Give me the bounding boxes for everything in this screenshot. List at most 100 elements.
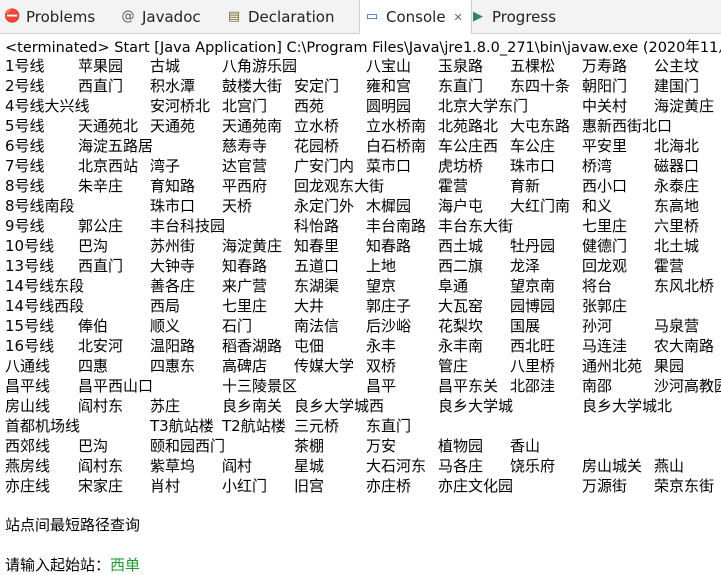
- station-name: 燕山: [654, 457, 685, 475]
- line-name: 8号线南段: [5, 197, 75, 215]
- station-name: 俸伯: [78, 317, 109, 335]
- station-name: 玉泉路: [438, 57, 484, 75]
- close-icon[interactable]: ✕: [454, 11, 463, 24]
- station-name: 北宫门: [222, 97, 268, 115]
- station-name: 八宝山: [366, 57, 412, 75]
- station-name: 北京西站: [78, 157, 139, 175]
- station-name: 张郭庄: [582, 297, 628, 315]
- station-name: 顺义: [150, 317, 181, 335]
- tab-progress[interactable]: ▶ Progress: [470, 0, 556, 33]
- station-name: 东直门: [366, 417, 412, 435]
- station-name: 巴沟: [78, 237, 109, 255]
- station-name: 将台: [582, 277, 613, 295]
- station-name: 果园: [654, 357, 685, 375]
- station-name: 房山城关: [582, 457, 643, 475]
- station-name: 菜市口: [366, 157, 412, 175]
- station-name: 良乡大学城北: [582, 397, 673, 415]
- station-name: 立水桥南: [366, 117, 427, 135]
- station-name: 雍和宫: [366, 77, 412, 95]
- station-name: 西北旺: [510, 337, 556, 355]
- line-name: 8号线: [5, 177, 45, 195]
- station-name: 平安里: [582, 137, 628, 155]
- station-name: 广安门内: [294, 157, 355, 175]
- station-name: 园博园: [510, 297, 556, 315]
- station-name: 永泰庄: [654, 177, 700, 195]
- tab-label: Problems: [26, 7, 96, 26]
- station-name: 永定门外: [294, 197, 355, 215]
- station-name: 亦庄文化园: [438, 477, 514, 495]
- station-name: 大井: [294, 297, 325, 315]
- station-name: 南法信: [294, 317, 340, 335]
- station-name: 慈寿寺: [222, 137, 268, 155]
- station-name: 科怡路: [294, 217, 340, 235]
- station-name: 朱辛庄: [78, 177, 124, 195]
- line-name: 西郊线: [5, 437, 51, 455]
- station-name: 十三陵景区: [222, 377, 298, 395]
- station-name: 建国门: [654, 77, 700, 95]
- station-name: 桥湾: [582, 157, 613, 175]
- station-name: 望京: [366, 277, 397, 295]
- line-name: 亦庄线: [5, 477, 51, 495]
- station-name: 八角游乐园: [222, 57, 298, 75]
- tab-declaration[interactable]: ▤ Declaration: [226, 0, 335, 33]
- line-name: 6号线: [5, 137, 45, 155]
- start-station-input[interactable]: 西单: [110, 556, 140, 574]
- station-name: 大红门南: [510, 197, 571, 215]
- station-name: 天通苑: [150, 117, 196, 135]
- station-name: 古城: [150, 57, 181, 75]
- station-name: 北海北: [654, 137, 700, 155]
- station-name: 珠市口: [150, 197, 196, 215]
- station-name: 四惠东: [150, 357, 196, 375]
- line-name: 9号线: [5, 217, 45, 235]
- station-name: 西直门: [78, 77, 124, 95]
- line-name: 首都机场线: [5, 417, 81, 435]
- terminated-status-line: <terminated> Start [Java Application] C:…: [5, 40, 721, 56]
- station-name: 香山: [510, 437, 541, 455]
- station-name: 西二旗: [438, 257, 484, 275]
- station-name: 望京南: [510, 277, 556, 295]
- station-name: 万源街: [582, 477, 628, 495]
- station-name: 马连洼: [582, 337, 628, 355]
- station-name: 七里庄: [222, 297, 268, 315]
- prompt-label: 请输入起始站：: [5, 556, 111, 574]
- tab-console[interactable]: ▭ Console ✕: [359, 0, 472, 34]
- line-name: 14号线西段: [5, 297, 85, 315]
- line-name: 昌平线: [5, 377, 51, 395]
- tab-problems[interactable]: ⛔ Problems: [4, 0, 95, 33]
- station-name: 北京大学东门: [438, 97, 529, 115]
- station-name: 五道口: [294, 257, 340, 275]
- station-name: 传媒大学: [294, 357, 355, 375]
- station-name: 阜通: [438, 277, 469, 295]
- station-name: 大钟寺: [150, 257, 196, 275]
- tab-javadoc[interactable]: @ Javadoc: [120, 0, 201, 33]
- station-name: 天桥: [222, 197, 253, 215]
- station-name: 星城: [294, 457, 325, 475]
- station-name: T3航站楼: [150, 417, 214, 435]
- station-name: 知春路: [222, 257, 268, 275]
- station-name: 达官营: [222, 157, 268, 175]
- tab-label: Javadoc: [142, 7, 201, 26]
- station-name: 公主坟: [654, 57, 700, 75]
- line-name: 13号线: [5, 257, 55, 275]
- station-name: 平西府: [222, 177, 268, 195]
- station-name: 北邵洼: [510, 377, 556, 395]
- station-name: 巴沟: [78, 437, 109, 455]
- station-name: 北土城: [654, 237, 700, 255]
- tab-label: Console: [386, 8, 446, 26]
- station-name: 珠市口: [510, 157, 556, 175]
- line-name: 10号线: [5, 237, 55, 255]
- station-name: 孙河: [582, 317, 613, 335]
- station-name: 车公庄西: [438, 137, 499, 155]
- station-name: 育知路: [150, 177, 196, 195]
- line-name: 房山线: [5, 397, 51, 415]
- station-name: 白石桥南: [366, 137, 427, 155]
- station-name: 七里庄: [582, 217, 628, 235]
- station-name: 荣京东街: [654, 477, 715, 495]
- station-name: 双桥: [366, 357, 397, 375]
- station-name: 六里桥: [654, 217, 700, 235]
- line-name: 八通线: [5, 357, 51, 375]
- station-name: 亦庄桥: [366, 477, 412, 495]
- station-name: 郭公庄: [78, 217, 124, 235]
- station-name: 牡丹园: [510, 237, 556, 255]
- station-name: 西土城: [438, 237, 484, 255]
